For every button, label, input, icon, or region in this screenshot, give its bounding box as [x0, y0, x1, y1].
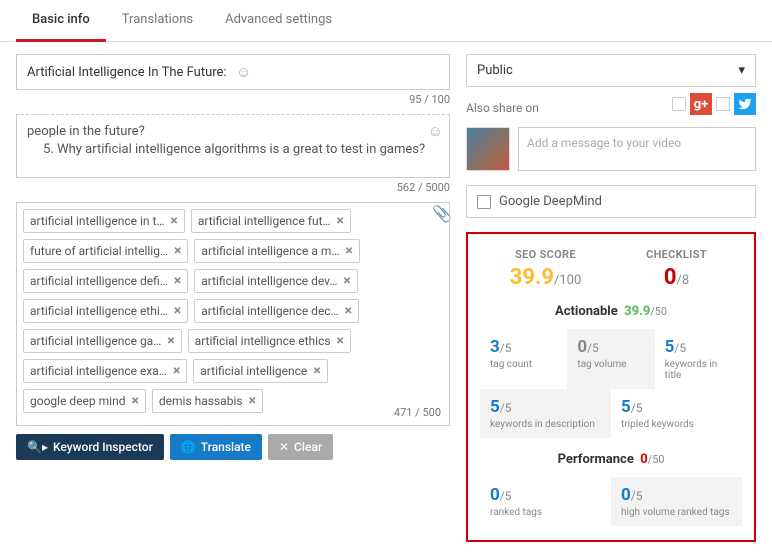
tag-text: artificial intelligence a m… [201, 244, 339, 258]
tab-advanced-settings[interactable]: Advanced settings [209, 0, 348, 41]
tag-chip[interactable]: artificial intelligence a m… × [194, 239, 359, 263]
seo-score-label: SEO SCORE [480, 248, 611, 261]
inspector-icon: 🔍▸ [27, 440, 48, 454]
tag-remove-icon[interactable]: × [167, 334, 174, 348]
tag-chip[interactable]: artificial intelligence × [193, 359, 327, 383]
tag-text: artificial intelligence ga… [30, 334, 161, 348]
desc-line: 5. Why artificial intelligence algorithm… [27, 141, 439, 159]
tabs-bar: Basic info Translations Advanced setting… [0, 0, 772, 42]
tag-remove-icon[interactable]: × [249, 394, 256, 408]
tile-tripled: 5/5tripled keywords [611, 389, 742, 438]
tile-tag-count: 3/5tag count [480, 329, 567, 389]
tag-text: artificial intelligence exa… [30, 364, 167, 378]
emoji-icon[interactable]: ☺ [236, 63, 439, 81]
tag-remove-icon[interactable]: × [343, 274, 350, 288]
tag-text: google deep mind [30, 394, 125, 408]
twitter-icon[interactable] [734, 93, 756, 115]
tag-text: artificial intelligence in t… [30, 214, 164, 228]
tag-text: artificial intelligence [200, 364, 307, 378]
tag-chip[interactable]: artificial intelligence dec… × [194, 299, 359, 323]
tag-remove-icon[interactable]: × [345, 244, 352, 258]
tag-chip[interactable]: demis hassabis × [152, 389, 263, 413]
tag-remove-icon[interactable]: × [170, 214, 177, 228]
tag-text: artificial intelligence dec… [201, 304, 338, 318]
tile-keywords-title: 5/5keywords in title [655, 329, 742, 389]
tag-remove-icon[interactable]: × [174, 274, 181, 288]
title-text: Artificial Intelligence In The Future: D… [27, 65, 230, 80]
checklist-value: 0 [664, 265, 677, 290]
tag-chip[interactable]: future of artificial intellig… × [23, 239, 188, 263]
tag-remove-icon[interactable]: × [313, 364, 320, 378]
tag-chip[interactable]: artificial intelligence dev… × [194, 269, 358, 293]
chevron-down-icon: ▾ [738, 63, 745, 78]
share-message-input[interactable]: Add a message to your video [518, 127, 756, 171]
share-label: Also share on [466, 101, 539, 115]
tag-chip[interactable]: artificial intelligence in t… × [23, 209, 185, 233]
gplus-checkbox[interactable] [672, 97, 686, 111]
tile-high-volume: 0/5high volume ranked tags [611, 477, 742, 526]
seo-panel: SEO SCORE 39.9/100 CHECKLIST 0/8 Actiona… [466, 232, 756, 542]
tags-input[interactable]: artificial intelligence in t…×artificial… [16, 202, 450, 426]
card-label: Google DeepMind [499, 194, 602, 209]
tag-remove-icon[interactable]: × [337, 334, 344, 348]
tile-ranked-tags: 0/5ranked tags [480, 477, 611, 526]
tag-text: artificial intelligence fut… [198, 214, 331, 228]
tags-counter: 471 / 500 [394, 406, 441, 419]
tag-remove-icon[interactable]: × [131, 394, 138, 408]
globe-icon: 🌐 [181, 440, 196, 454]
description-input[interactable]: people in the future? 5. Why artificial … [16, 114, 450, 178]
emoji-icon[interactable]: ☺ [428, 121, 443, 142]
tag-chip[interactable]: artificial intelligence ethi… × [23, 299, 188, 323]
tag-text: demis hassabis [159, 394, 243, 408]
performance-value: 0 [640, 452, 647, 467]
tag-remove-icon[interactable]: × [337, 214, 344, 228]
tag-remove-icon[interactable]: × [345, 304, 352, 318]
title-counter: 95 / 100 [16, 90, 450, 114]
user-avatar [466, 127, 510, 171]
close-icon: ✕ [279, 440, 289, 454]
translate-button[interactable]: 🌐Translate [170, 434, 262, 460]
tag-text: future of artificial intellig… [30, 244, 168, 258]
tag-chip[interactable]: artificial intelligence exa… × [23, 359, 187, 383]
actionable-value: 39.9 [624, 304, 650, 319]
clear-button[interactable]: ✕Clear [268, 434, 333, 460]
tag-text: artificial intelligence ethi… [30, 304, 168, 318]
tag-text: artificial intelligence dev… [201, 274, 337, 288]
desc-line: people in the future? [27, 123, 439, 141]
tab-translations[interactable]: Translations [106, 0, 209, 41]
tag-text: artificial intelligence defi… [30, 274, 168, 288]
visibility-value: Public [477, 63, 513, 78]
tag-chip[interactable]: artificial intelligence fut… × [191, 209, 351, 233]
tag-chip[interactable]: google deep mind × [23, 389, 146, 413]
tag-remove-icon[interactable]: × [174, 244, 181, 258]
deepmind-card[interactable]: Google DeepMind [466, 185, 756, 218]
tile-tag-volume: 0/5tag volume [567, 329, 654, 389]
tag-chip[interactable]: artificial intellignce ethics × [188, 329, 351, 353]
tag-remove-icon[interactable]: × [173, 364, 180, 378]
twitter-checkbox[interactable] [716, 97, 730, 111]
tab-basic-info[interactable]: Basic info [16, 0, 106, 42]
seo-score-value: 39.9 [510, 265, 554, 290]
tag-chip[interactable]: artificial intelligence defi… × [23, 269, 188, 293]
card-icon [477, 195, 491, 209]
visibility-select[interactable]: Public ▾ [466, 54, 756, 87]
keyword-inspector-button[interactable]: 🔍▸Keyword Inspector [16, 434, 164, 460]
description-counter: 562 / 5000 [16, 178, 450, 202]
tag-text: artificial intellignce ethics [195, 334, 331, 348]
tag-remove-icon[interactable]: × [174, 304, 181, 318]
gplus-icon[interactable]: g+ [690, 93, 712, 115]
tile-keywords-desc: 5/5keywords in description [480, 389, 611, 438]
tag-chip[interactable]: artificial intelligence ga… × [23, 329, 182, 353]
title-input[interactable]: Artificial Intelligence In The Future: D… [16, 54, 450, 90]
checklist-label: CHECKLIST [611, 248, 742, 261]
